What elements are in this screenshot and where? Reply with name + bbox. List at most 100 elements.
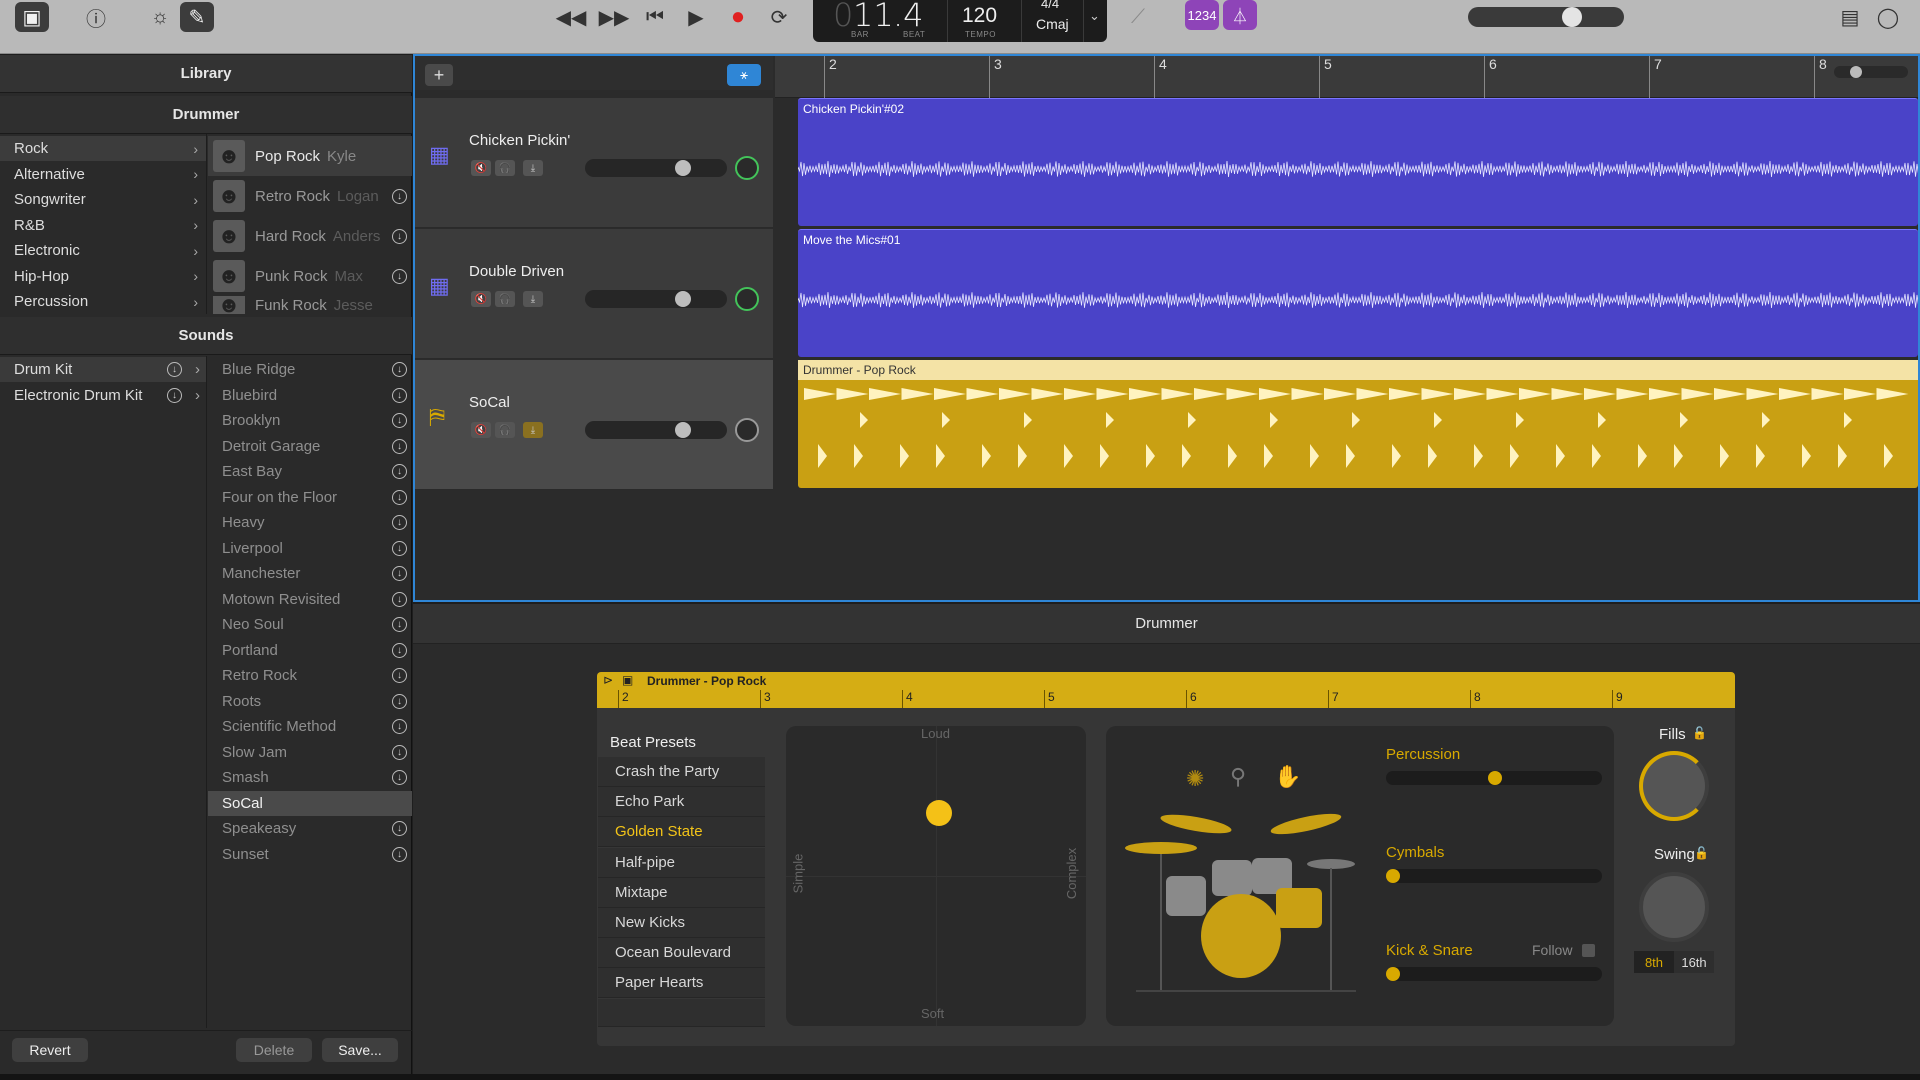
download-icon[interactable]: ↓ <box>392 387 407 403</box>
tempo-value[interactable]: 120 <box>962 4 997 28</box>
genre-item[interactable]: Songwriter › <box>0 187 206 212</box>
sound-item[interactable]: Slow Jam ↓ <box>208 740 412 765</box>
download-icon[interactable]: ↓ <box>392 489 407 505</box>
track-name[interactable]: Chicken Pickin' <box>469 132 570 149</box>
shaker-icon[interactable]: ⚲ <box>1230 764 1246 790</box>
cymbals-knob[interactable] <box>1386 869 1400 883</box>
beat-preset-item[interactable]: Paper Hearts <box>598 968 765 999</box>
sound-item[interactable]: Neo Soul ↓ <box>208 612 412 637</box>
download-icon[interactable]: ↓ <box>392 515 407 530</box>
genre-item[interactable]: R&B › <box>0 213 206 238</box>
record-enable-icon[interactable]: ⤓ <box>523 422 543 438</box>
beat-preset-item[interactable]: New Kicks <box>598 908 765 938</box>
play-icon[interactable]: ▶ <box>679 2 713 32</box>
pan-knob[interactable] <box>735 156 759 180</box>
fills-knob[interactable] <box>1639 751 1709 821</box>
sound-item[interactable]: Smash ↓ <box>208 765 412 790</box>
key-signature[interactable]: Cmaj <box>1036 16 1069 32</box>
sound-item[interactable]: SoCal <box>208 790 412 816</box>
smart-tempo-icon[interactable]: ⚹ <box>727 64 761 86</box>
sound-item[interactable]: Bluebird ↓ <box>208 383 412 408</box>
genre-item[interactable]: Hip-Hop › <box>0 264 206 289</box>
sound-item[interactable]: Speakeasy ↓ <box>208 816 412 841</box>
sound-item[interactable]: Blue Ridge ↓ <box>208 357 412 382</box>
region-play-icon[interactable]: ⊳ <box>603 673 613 687</box>
save-button[interactable]: Save... <box>322 1038 398 1062</box>
download-icon[interactable]: ↓ <box>392 744 407 760</box>
beat-preset-item[interactable]: Ocean Boulevard <box>598 938 765 969</box>
download-icon[interactable]: ↓ <box>392 719 407 734</box>
solo-headphones-icon[interactable]: 🎧 <box>495 160 515 176</box>
record-enable-icon[interactable]: ⤓ <box>523 291 543 307</box>
sound-item[interactable]: Portland ↓ <box>208 638 412 663</box>
kick-snare-knob[interactable] <box>1386 967 1400 981</box>
time-signature[interactable]: 4/4 <box>1041 0 1059 11</box>
master-volume-slider[interactable] <box>1468 7 1624 27</box>
fills-lock-icon[interactable]: 🔓 <box>1692 726 1707 740</box>
drummer-item[interactable]: ☻ Pop Rock Kyle <box>208 136 412 176</box>
beat-preset-item[interactable]: Echo Park <box>598 787 765 818</box>
solo-headphones-icon[interactable]: 🎧 <box>495 422 515 438</box>
download-icon[interactable]: ↓ <box>392 668 407 683</box>
drummer-item[interactable]: ☻ Hard Rock Anders ↓ <box>208 216 412 256</box>
record-icon[interactable]: ● <box>721 2 755 32</box>
download-icon[interactable]: ↓ <box>392 268 407 284</box>
solo-headphones-icon[interactable]: 🎧 <box>495 291 515 307</box>
track-header[interactable]: ▦ Chicken Pickin' 🔇 🎧 ⤓ <box>415 98 773 228</box>
master-volume-knob[interactable] <box>1562 7 1582 27</box>
track-region[interactable]: Chicken Pickin'#02 <box>798 98 1918 226</box>
pan-knob[interactable] <box>735 418 759 442</box>
track-volume-slider[interactable] <box>585 421 727 439</box>
pan-knob[interactable] <box>735 287 759 311</box>
sound-item[interactable]: Liverpool ↓ <box>208 536 412 561</box>
rewind-icon[interactable]: ◀◀ <box>554 2 588 32</box>
kit-item[interactable]: Electronic Drum Kit ↓ › <box>0 383 206 408</box>
download-icon[interactable]: ↓ <box>392 821 407 836</box>
download-icon[interactable]: ↓ <box>392 617 407 632</box>
swing-knob[interactable] <box>1639 872 1709 942</box>
drum-kit-icon[interactable] <box>1116 806 1366 1016</box>
sound-item[interactable]: Heavy ↓ <box>208 510 412 535</box>
mute-icon[interactable]: 🔇 <box>471 160 491 176</box>
swing-8th-button[interactable]: 8th <box>1634 951 1674 973</box>
timeline-ruler[interactable]: 2 3 4 5 6 7 8 <box>775 56 1918 98</box>
sound-item[interactable]: East Bay ↓ <box>208 459 412 484</box>
download-icon[interactable]: ↓ <box>392 591 407 607</box>
sound-item[interactable]: Sunset ↓ <box>208 842 412 867</box>
editor-pencil-icon[interactable]: ✎ <box>180 2 214 32</box>
zoom-slider[interactable] <box>1834 66 1908 78</box>
beat-preset-item[interactable]: Half-pipe <box>598 847 765 878</box>
sound-item[interactable]: Manchester ↓ <box>208 561 412 586</box>
follow-checkbox[interactable] <box>1582 944 1595 957</box>
track-region[interactable]: Drummer - Pop Rock <box>798 360 1918 488</box>
go-to-beginning-icon[interactable]: ⏮ <box>638 2 672 32</box>
lcd-display[interactable]: 0 11 .4 BAR BEAT 120 TEMPO 4/4 Cmaj ⌄ <box>813 0 1107 42</box>
percussion-knob[interactable] <box>1488 771 1502 785</box>
track-name[interactable]: Double Driven <box>469 263 564 280</box>
track-name[interactable]: SoCal <box>469 394 510 411</box>
tuner-icon[interactable]: ⟋ <box>1121 2 1155 32</box>
download-icon[interactable]: ↓ <box>392 464 407 479</box>
count-in-button[interactable]: 1234 <box>1185 0 1219 30</box>
track-volume-knob[interactable] <box>675 291 691 307</box>
sound-item[interactable]: Motown Revisited ↓ <box>208 587 412 612</box>
track-volume-knob[interactable] <box>675 422 691 438</box>
genre-item[interactable]: Electronic › <box>0 238 206 263</box>
genre-item[interactable]: Rock › <box>0 136 206 161</box>
clap-icon[interactable]: ✋ <box>1274 764 1301 790</box>
track-header[interactable]: ⛿ SoCal 🔇 🎧 ⤓ <box>415 360 773 490</box>
notepad-icon[interactable]: ▤ <box>1833 2 1867 32</box>
genre-item[interactable]: Percussion › <box>0 289 206 314</box>
zoom-knob[interactable] <box>1850 66 1862 78</box>
beat-preset-item[interactable]: Mixtape <box>598 877 765 908</box>
swing-lock-icon[interactable]: 🔓 <box>1694 846 1709 860</box>
sound-item[interactable]: Retro Rock ↓ <box>208 663 412 688</box>
metronome-icon[interactable]: ⏃ <box>1223 0 1257 30</box>
cymbals-slider[interactable] <box>1386 869 1602 883</box>
sound-item[interactable]: Brooklyn ↓ <box>208 408 412 433</box>
sound-item[interactable]: Four on the Floor ↓ <box>208 485 412 510</box>
revert-button[interactable]: Revert <box>12 1038 88 1062</box>
kit-item[interactable]: Drum Kit ↓ › <box>0 357 206 382</box>
download-icon[interactable]: ↓ <box>167 362 182 377</box>
download-icon[interactable]: ↓ <box>392 642 407 658</box>
